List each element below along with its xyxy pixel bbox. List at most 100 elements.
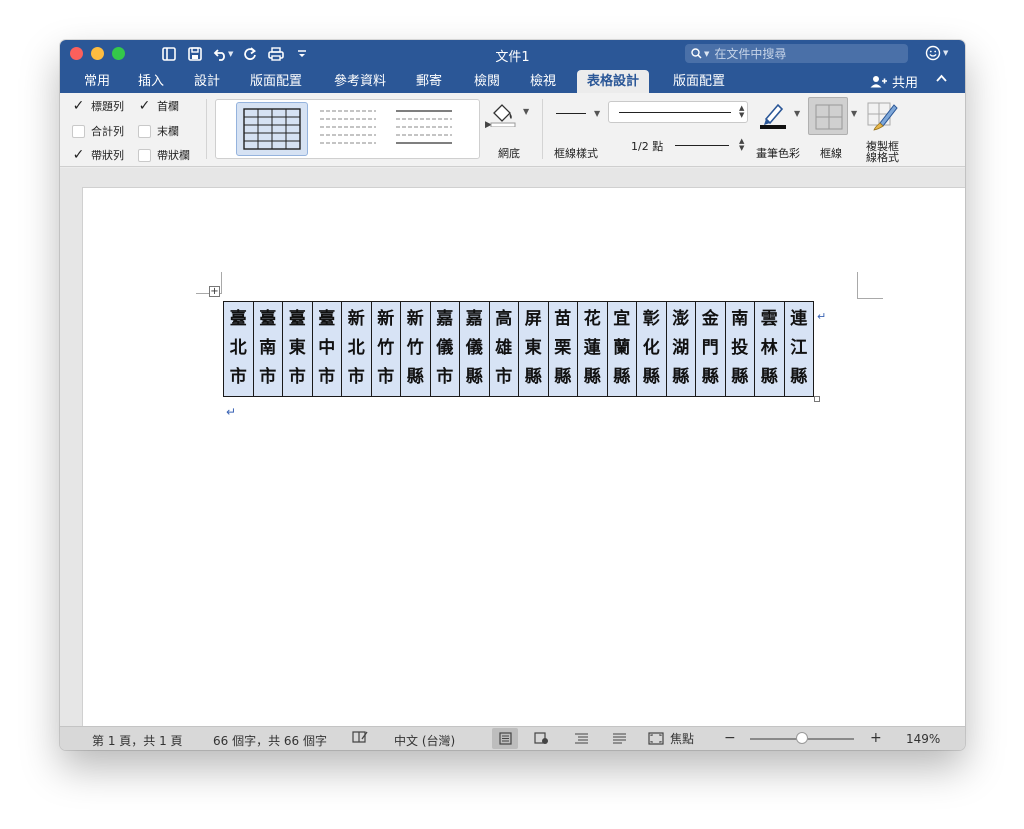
search-box[interactable]: ▼ 在文件中搜尋: [685, 44, 908, 63]
option-header-row[interactable]: ✓ 標題列: [72, 98, 124, 114]
stepper-icon: ▲ ▼: [739, 104, 745, 119]
print-layout-view-button[interactable]: [492, 728, 518, 749]
web-layout-view-button[interactable]: [528, 728, 554, 749]
sidebar-icon[interactable]: [156, 44, 182, 64]
tab-references[interactable]: 參考資料: [324, 70, 396, 93]
option-label: 帶狀列: [91, 149, 124, 162]
status-bar: 第 1 頁，共 1 頁 66 個字，共 66 個字 中文 (台灣) 焦點 − +…: [60, 726, 965, 750]
cell-character: 縣: [701, 367, 719, 387]
table-cell[interactable]: 臺中市: [311, 301, 342, 397]
checkbox-total-row[interactable]: [72, 124, 85, 138]
table-cell[interactable]: 臺北市: [223, 301, 254, 397]
table-cell[interactable]: 南投縣: [724, 301, 755, 397]
checkbox-banded-columns[interactable]: [138, 148, 151, 162]
table-cell[interactable]: 新北市: [341, 301, 372, 397]
table-style-grid[interactable]: [236, 102, 308, 156]
close-window-button[interactable]: [70, 47, 83, 60]
table-cell[interactable]: 金門縣: [695, 301, 726, 397]
tab-table-design[interactable]: 表格設計: [577, 70, 650, 93]
tab-design[interactable]: 設計: [184, 70, 230, 93]
customize-icon[interactable]: [289, 44, 315, 64]
borders-label: 框線: [820, 147, 842, 160]
table-cell[interactable]: 苗栗縣: [547, 301, 578, 397]
table-style-plain[interactable]: [312, 102, 384, 156]
page-info[interactable]: 第 1 頁，共 1 頁: [92, 732, 183, 749]
stepper-icon: ▲ ▼: [739, 137, 745, 152]
cell-character: 金: [701, 309, 719, 329]
tab-home[interactable]: 常用: [74, 70, 120, 93]
language-indicator[interactable]: 中文 (台灣): [394, 732, 455, 749]
table-cell[interactable]: 連江縣: [783, 301, 814, 397]
checkbox-header-row[interactable]: ✓: [72, 99, 85, 113]
table-cell[interactable]: 臺東市: [282, 301, 313, 397]
collapse-ribbon-button[interactable]: [936, 71, 947, 86]
option-first-column[interactable]: ✓ 首欄: [138, 98, 179, 114]
border-painter-button[interactable]: [866, 99, 900, 135]
table-style-light[interactable]: [388, 102, 460, 156]
table-cell[interactable]: 屏東縣: [518, 301, 549, 397]
checkbox-banded-rows[interactable]: ✓: [72, 148, 85, 162]
city-table[interactable]: 臺北市臺南市臺東市臺中市新北市新竹市新竹縣嘉儀市嘉儀縣高雄市屏東縣苗栗縣花蓮縣宜…: [223, 301, 814, 397]
chevron-down-icon: ▼: [943, 49, 949, 57]
table-cell[interactable]: 宜蘭縣: [606, 301, 637, 397]
page-icon: [498, 732, 512, 745]
tab-review[interactable]: 檢閱: [464, 70, 510, 93]
shading-button[interactable]: [488, 99, 518, 131]
table-cell[interactable]: 高雄市: [488, 301, 519, 397]
border-style-dropdown-icon[interactable]: ▼: [594, 109, 600, 118]
pen-color-dropdown-icon[interactable]: ▼: [794, 109, 800, 118]
undo-dropdown-icon[interactable]: ▼: [228, 50, 233, 58]
zoom-out-button[interactable]: −: [724, 730, 736, 746]
draft-view-button[interactable]: [606, 728, 632, 749]
checkbox-first-column[interactable]: ✓: [138, 99, 151, 113]
tab-insert[interactable]: 插入: [128, 70, 174, 93]
tab-table-layout[interactable]: 版面配置: [663, 70, 735, 93]
table-cell[interactable]: 澎湖縣: [665, 301, 696, 397]
table-cell[interactable]: 雲林縣: [754, 301, 785, 397]
shading-dropdown-icon[interactable]: ▼: [523, 107, 529, 116]
save-icon[interactable]: [182, 44, 208, 64]
zoom-level[interactable]: 149%: [906, 732, 940, 746]
checkbox-last-column[interactable]: [138, 124, 151, 138]
table-plain-icon: [320, 110, 376, 144]
cell-character: 嘉: [436, 309, 454, 329]
cell-character: 市: [377, 367, 395, 387]
table-cell[interactable]: 彰化縣: [636, 301, 667, 397]
tab-mailings[interactable]: 郵寄: [406, 70, 452, 93]
word-count[interactable]: 66 個字，共 66 個字: [213, 732, 327, 749]
table-cell[interactable]: 嘉儀市: [429, 301, 460, 397]
redo-icon[interactable]: [237, 44, 263, 64]
document-page[interactable]: [82, 187, 965, 727]
borders-icon: [815, 104, 843, 130]
zoom-window-button[interactable]: [112, 47, 125, 60]
table-cell[interactable]: 嘉儀縣: [459, 301, 490, 397]
borders-dropdown-icon[interactable]: ▼: [851, 109, 857, 118]
proofing-icon[interactable]: [352, 730, 368, 747]
tab-layout[interactable]: 版面配置: [240, 70, 312, 93]
tab-view[interactable]: 檢視: [520, 70, 566, 93]
table-cell[interactable]: 花蓮縣: [577, 301, 608, 397]
web-layout-icon: [533, 732, 548, 744]
feedback-button[interactable]: ▼: [925, 45, 948, 61]
table-cell[interactable]: 臺南市: [252, 301, 283, 397]
pen-color-button[interactable]: [758, 99, 788, 133]
zoom-in-button[interactable]: +: [870, 730, 882, 746]
print-icon[interactable]: [263, 44, 289, 64]
table-move-handle[interactable]: +: [209, 286, 220, 297]
option-banded-columns[interactable]: 帶狀欄: [138, 147, 190, 163]
zoom-slider-knob[interactable]: [796, 732, 808, 744]
table-cell[interactable]: 新竹縣: [400, 301, 431, 397]
table-resize-handle[interactable]: [814, 396, 820, 402]
minimize-window-button[interactable]: [91, 47, 104, 60]
search-options-icon[interactable]: ▼: [704, 50, 709, 58]
option-total-row[interactable]: 合計列: [72, 123, 124, 139]
outline-view-button[interactable]: [568, 728, 594, 749]
option-last-column[interactable]: 末欄: [138, 123, 179, 139]
share-button[interactable]: 共用: [870, 72, 918, 91]
table-cell[interactable]: 新竹市: [370, 301, 401, 397]
borders-button[interactable]: [808, 97, 848, 135]
line-style-dropdown[interactable]: ▲ ▼: [608, 101, 748, 123]
focus-mode-button[interactable]: 焦點: [644, 728, 704, 749]
option-banded-rows[interactable]: ✓ 帶狀列: [72, 147, 124, 163]
line-weight-dropdown[interactable]: 1/2 點 ▲ ▼: [608, 133, 748, 155]
